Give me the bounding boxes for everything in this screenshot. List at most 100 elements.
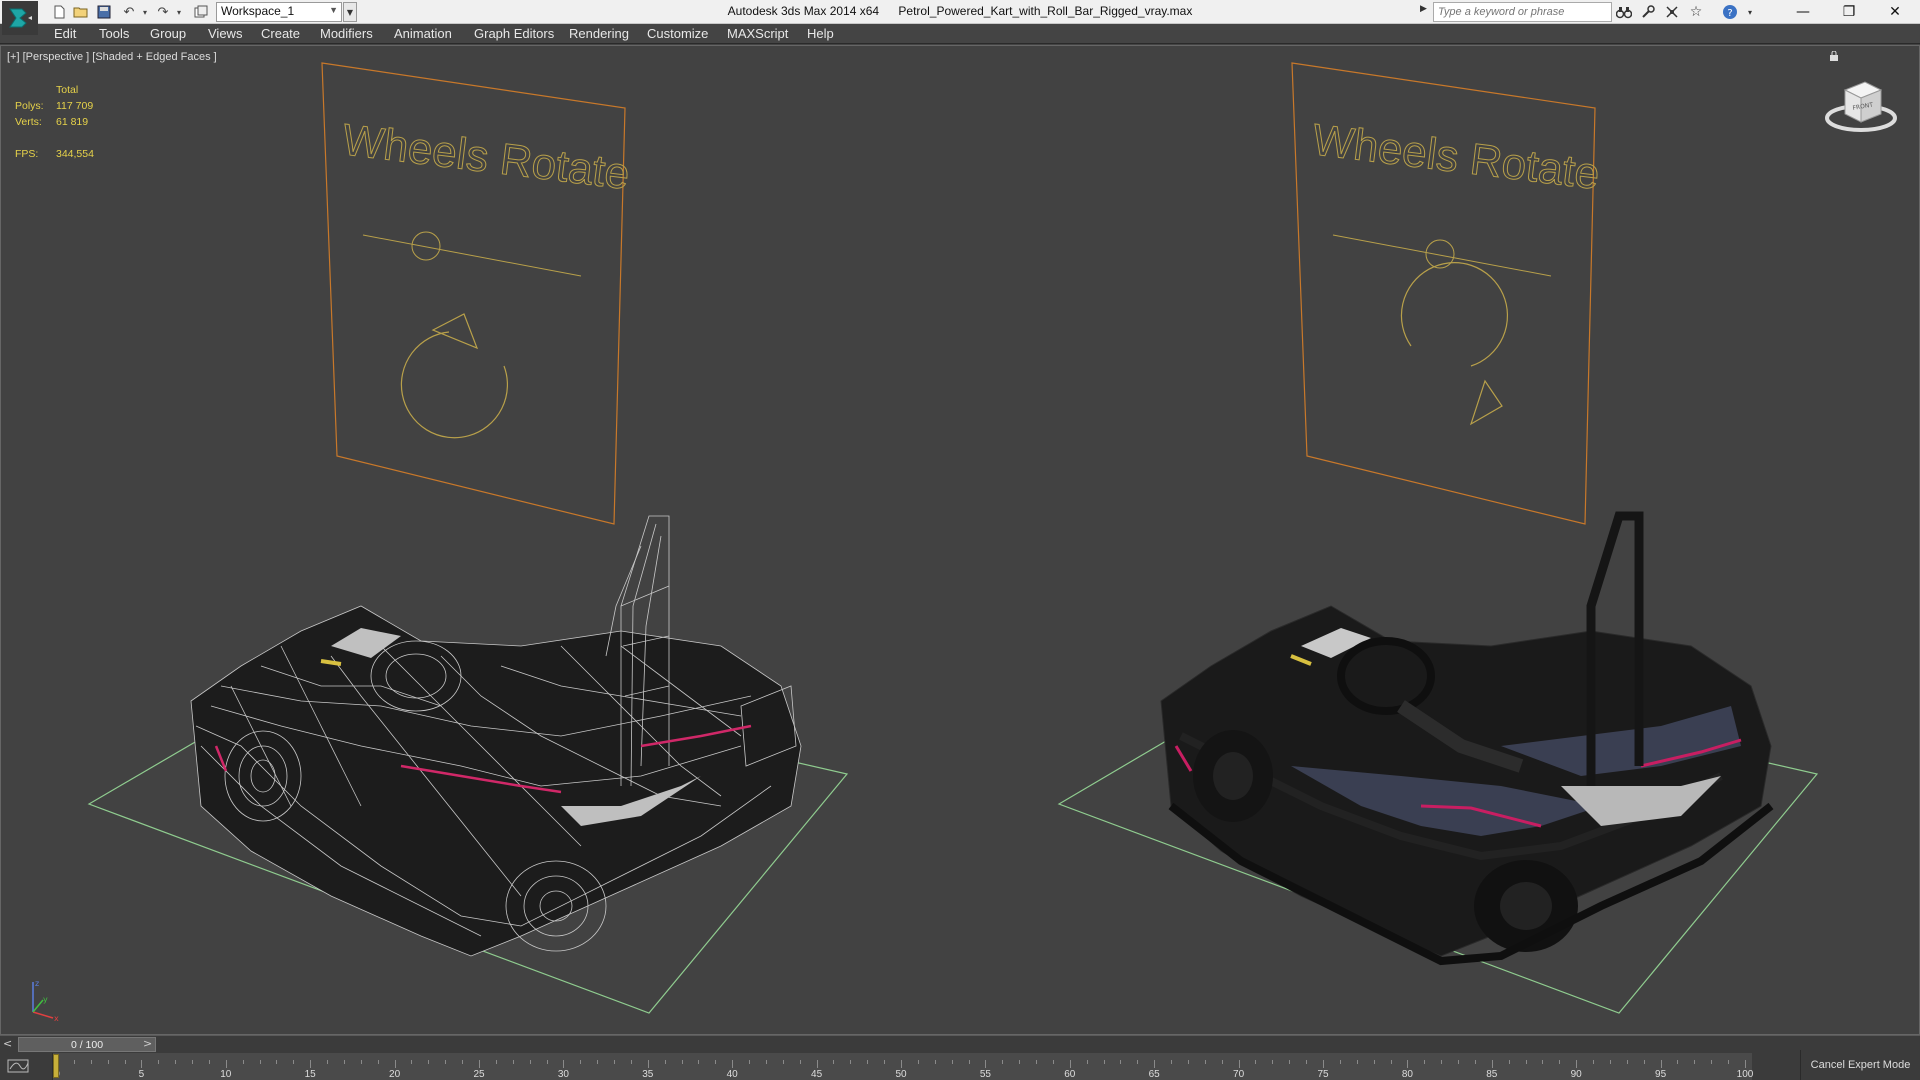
verts-value: 61 819 [56,116,89,128]
save-file-icon[interactable] [95,3,113,21]
svg-text:y: y [43,995,48,1004]
timeline-tick [614,1060,616,1064]
menu-group[interactable]: Group [150,26,186,41]
undo-dropdown-icon[interactable]: ▾ [136,3,154,21]
timeline-tick [1441,1060,1443,1064]
menu-help[interactable]: Help [807,26,834,41]
timeline-tick [259,1060,261,1064]
timeline-tick-label: 55 [979,1069,991,1080]
timeline-tick-label: 35 [642,1069,654,1080]
timeline-tick-label: 95 [1655,1069,1667,1080]
timeline-tick-label: 90 [1570,1069,1582,1080]
verts-label: Verts: [15,116,42,128]
workspace-select-value: Workspace_1 [221,4,295,18]
timeline-tick [833,1060,835,1064]
search-input[interactable] [1433,2,1612,22]
timeline-tick [428,1060,430,1064]
time-slider-thumb[interactable]: 0 / 100 [18,1037,156,1052]
lock-icon[interactable] [1829,50,1839,61]
timeline-tick [985,1060,987,1068]
timeline-tick [816,1060,818,1068]
kart-shaded [1160,511,1774,966]
timeline-tick [1238,1060,1240,1068]
timeline-tick [1356,1060,1358,1064]
viewcube-icon[interactable]: FRONT [1823,68,1899,138]
menu-modifiers[interactable]: Modifiers [320,26,373,41]
timeline-tick [360,1060,362,1064]
timeline-tick [681,1060,683,1064]
help-dropdown-icon[interactable]: ▾ [1740,2,1760,22]
timeline-tick-label: 10 [220,1069,232,1080]
menu-graph-editors[interactable]: Graph Editors [474,26,554,41]
communication-center-icon[interactable] [1662,2,1682,22]
timeline-tick [1306,1060,1308,1064]
timeline-tick-label: 85 [1486,1069,1498,1080]
app-menu-button[interactable] [2,1,38,35]
menu-tools[interactable]: Tools [99,26,129,41]
menu-create[interactable]: Create [261,26,300,41]
timeline-tick-label: 70 [1233,1069,1245,1080]
timeline-ruler[interactable]: 0510152025303540455055606570758085909510… [52,1053,1753,1080]
timeline-tick [1120,1060,1122,1064]
timeline-tick [1407,1060,1409,1068]
minimize-button[interactable]: — [1780,0,1826,24]
timeline-tick-label: 30 [557,1069,569,1080]
timeline-tick [1609,1060,1611,1064]
timeline-tick [546,1060,548,1064]
timeline-tick [192,1060,194,1064]
new-file-icon[interactable] [50,3,68,21]
3dsmax-logo-icon [9,8,32,28]
open-file-icon[interactable] [72,3,90,21]
project-folder-icon[interactable] [192,3,210,21]
timeline-tick [394,1060,396,1068]
menu-animation[interactable]: Animation [394,26,452,41]
binoculars-icon[interactable] [1614,2,1634,22]
help-icon[interactable]: ? [1720,2,1740,22]
timeline-tick [563,1060,565,1068]
favorites-star-icon[interactable]: ☆ [1686,2,1706,22]
fps-label: FPS: [15,148,39,160]
workspace-select[interactable]: Workspace_1 ▼ [216,2,342,22]
timeline-tick [1424,1060,1426,1064]
current-frame-marker[interactable] [53,1054,59,1078]
menu-maxscript[interactable]: MAXScript [727,26,788,41]
timeline-tick [1525,1060,1527,1064]
viewport-label[interactable]: [+] [Perspective ] [Shaded + Edged Faces… [7,51,217,63]
restore-button[interactable]: ❐ [1826,0,1872,24]
timeline-tick [1019,1060,1021,1064]
timeline-tick-label: 80 [1401,1069,1413,1080]
timeline-tick [664,1060,666,1064]
timeline-tick [1171,1060,1173,1064]
mini-curve-editor-icon[interactable] [6,1057,36,1077]
subscription-center-icon[interactable] [1638,2,1658,22]
time-slider-prev-button[interactable]: < [3,1037,17,1051]
menu-rendering[interactable]: Rendering [569,26,629,41]
track-bar: 0510152025303540455055606570758085909510… [0,1053,1920,1080]
slider-knob-right [1425,239,1455,269]
search-expand-icon[interactable]: ▶ [1420,4,1427,14]
perspective-viewport[interactable]: Wheels Rotate Wheels Rotate [+] [Perspec… [0,45,1920,1035]
time-slider-next-button[interactable]: > [143,1037,157,1051]
menu-views[interactable]: Views [208,26,242,41]
scene-canvas[interactable]: Wheels Rotate Wheels Rotate [1,46,1919,1034]
timeline-tick-label: 50 [895,1069,907,1080]
time-slider-bar: < 0 / 100 > [0,1035,1920,1053]
file-name: Petrol_Powered_Kart_with_Roll_Bar_Rigged… [898,4,1193,18]
timeline-tick [1052,1060,1054,1064]
close-button[interactable]: ✕ [1872,0,1918,24]
statistics-overlay: Total Polys: 117 709 Verts: 61 819 FPS: 344… [15,82,94,162]
redo-dropdown-icon[interactable]: ▾ [170,3,188,21]
timeline-tick [1576,1060,1578,1068]
panel-title-right: Wheels Rotate [1310,115,1602,199]
axis-tripod-icon: z y x [32,979,59,1023]
menu-edit[interactable]: Edit [54,26,76,41]
timeline-tick [1474,1060,1476,1064]
timeline-tick [715,1060,717,1064]
timeline-tick [698,1060,700,1064]
menu-customize[interactable]: Customize [647,26,708,41]
timeline-tick [310,1060,312,1068]
cancel-expert-mode-button[interactable]: Cancel Expert Mode [1800,1050,1920,1080]
timeline-tick [934,1060,936,1064]
svg-text:x: x [54,1014,59,1023]
quick-access-dropdown-button[interactable]: ▼ [343,2,357,22]
